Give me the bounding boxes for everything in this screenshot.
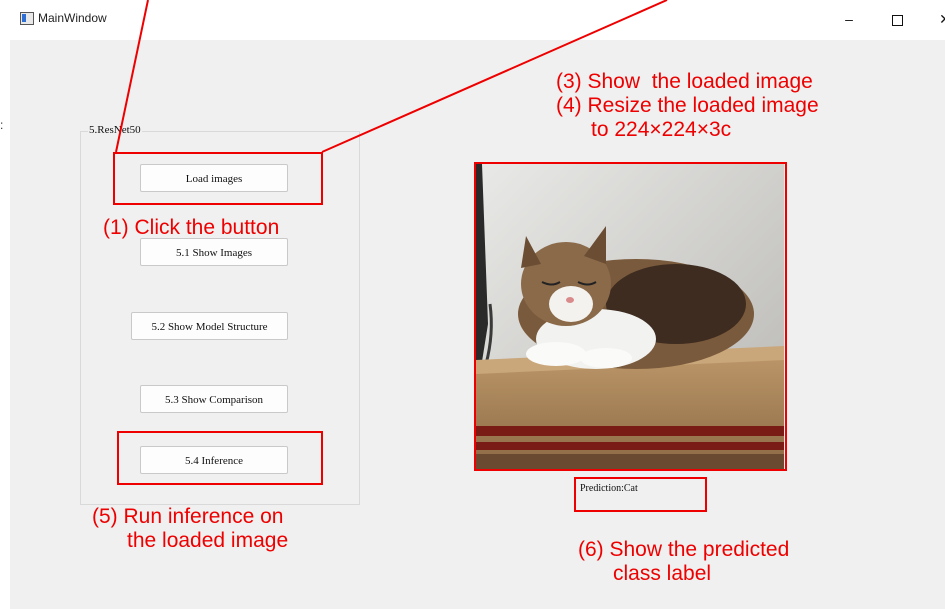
arrow-line-left <box>115 0 149 153</box>
annotation-arrows <box>115 0 668 153</box>
arrow-line-right <box>321 0 668 153</box>
